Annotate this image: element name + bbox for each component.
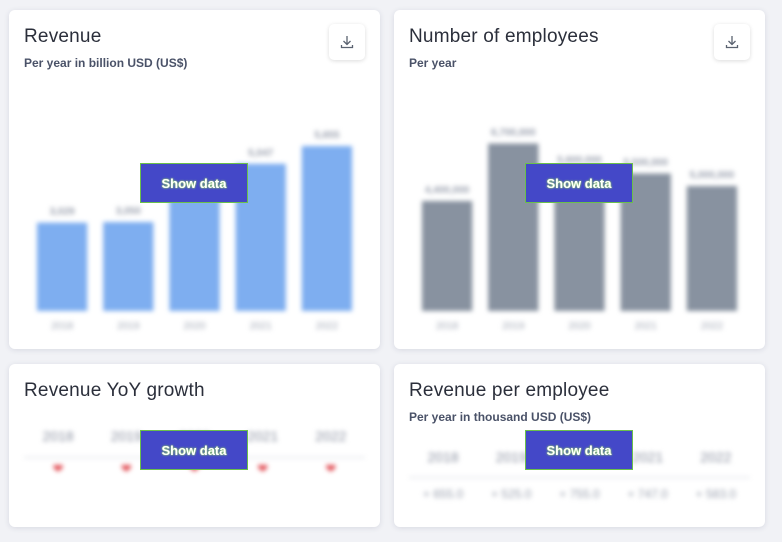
value-row: + 655.0 + 525.0 + 755.0 + 747.0 + 583.0 (409, 487, 750, 501)
value-cell: + 525.0 (491, 487, 532, 501)
data-label: 3,050 (116, 206, 141, 217)
heart-icon: ❤ (120, 461, 132, 476)
card-subtitle: Per year in billion USD (US$) (24, 56, 188, 70)
data-label: 4,400,000 (425, 185, 470, 196)
tick-label: 2021 (250, 321, 273, 332)
download-button[interactable] (714, 24, 750, 60)
bar (36, 222, 88, 311)
heart-icon: ❤ (52, 461, 64, 476)
card-title: Revenue per employee (409, 380, 610, 401)
heart-icon: ❤ (257, 461, 269, 476)
value-cell: + 655.0 (422, 487, 464, 501)
show-data-button[interactable]: Show data (525, 163, 633, 203)
year-label: 2022 (315, 428, 347, 444)
year-label: 2019 (495, 449, 527, 465)
card-subtitle: Per year in thousand USD (US$) (409, 410, 592, 424)
employees-card: 4,400,000 2018 6,700,000 2019 5,600,000 2020 5… (394, 10, 765, 349)
card-title: Revenue (24, 26, 102, 47)
download-button[interactable] (329, 24, 365, 60)
revenue-card: 3,02920183,05020193,85620205,04720215,65… (9, 10, 380, 349)
tick-label: 2020 (568, 321, 591, 332)
data-label: 5,000,000 (690, 170, 735, 181)
revenue-per-employee-card: Revenue per employee Per year in thousan… (394, 364, 765, 527)
year-label: 2022 (700, 449, 732, 465)
value-cell: + 583.0 (695, 487, 737, 501)
year-label: 2018 (42, 428, 74, 444)
data-label: 3,029 (50, 207, 75, 218)
card-title: Revenue YoY growth (24, 380, 205, 401)
bar (686, 186, 738, 311)
value-cell: + 755.0 (559, 487, 600, 501)
data-label: 5,655 (314, 130, 339, 141)
download-icon (725, 36, 739, 49)
data-label: 5,047 (248, 148, 273, 159)
tick-label: 2018 (436, 321, 459, 332)
tick-label: 2020 (183, 321, 206, 332)
bar (421, 201, 473, 311)
bar (103, 222, 154, 311)
heart-icon: ❤ (325, 461, 337, 476)
divider (409, 477, 750, 478)
year-label: 2019 (110, 428, 142, 444)
show-data-button[interactable]: Show data (140, 163, 248, 203)
bar (301, 146, 353, 311)
show-data-button[interactable]: Show data (140, 430, 248, 470)
value-cell: + 747.0 (627, 487, 668, 501)
tick-label: 2019 (502, 321, 525, 332)
card-subtitle: Per year (409, 56, 457, 70)
tick-label: 2018 (51, 321, 74, 332)
card-title: Number of employees (409, 26, 599, 47)
tick-label: 2022 (316, 321, 339, 332)
data-label: 6,700,000 (491, 128, 536, 139)
revenue-yoy-card: Revenue YoY growth 2018 2019 2020 2021 2… (9, 364, 380, 527)
year-label: 2021 (247, 428, 279, 444)
show-data-button[interactable]: Show data (525, 430, 633, 470)
year-label: 2018 (427, 449, 459, 465)
tick-label: 2021 (635, 321, 658, 332)
tick-label: 2019 (117, 321, 140, 332)
tick-label: 2022 (701, 321, 724, 332)
bar (169, 198, 220, 311)
year-label: 2021 (632, 449, 664, 465)
download-icon (340, 36, 354, 49)
